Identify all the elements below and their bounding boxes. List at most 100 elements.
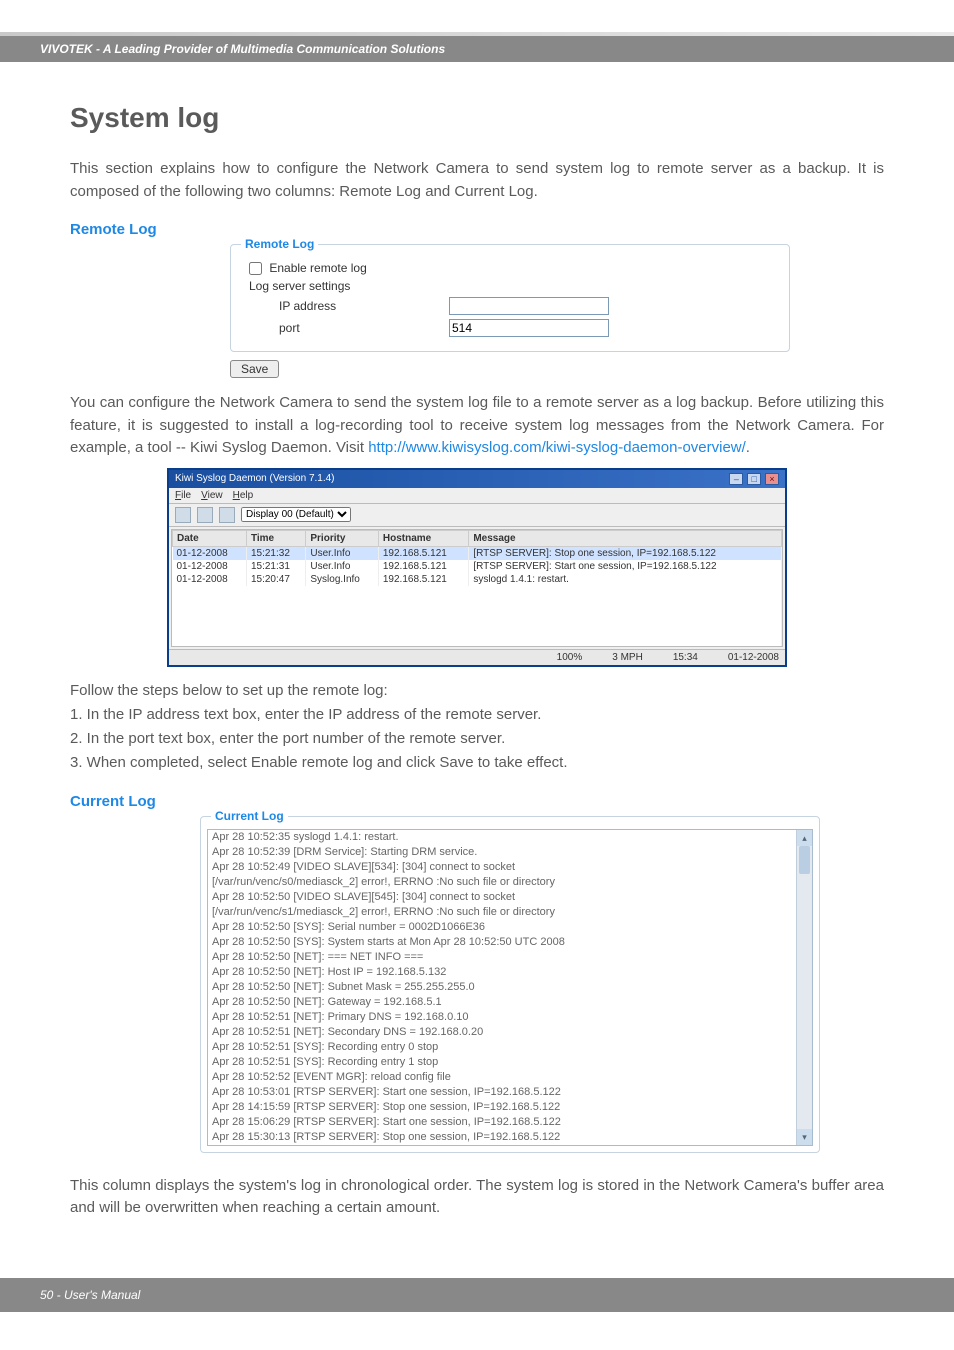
status-date: 01-12-2008 <box>728 652 779 663</box>
port-row: port <box>249 319 771 337</box>
cell-host: 192.168.5.121 <box>378 560 468 573</box>
log-server-settings-row: Log server settings <box>249 279 771 293</box>
toolbar-btn-3[interactable] <box>219 507 235 523</box>
remote-body: You can configure the Network Camera to … <box>70 392 884 460</box>
log-line: Apr 28 10:52:35 syslogd 1.4.1: restart. <box>208 830 796 845</box>
enable-remote-checkbox[interactable] <box>249 262 262 275</box>
page-title: System log <box>70 102 884 134</box>
log-line: Apr 28 15:06:29 [RTSP SERVER]: Start one… <box>208 1115 796 1130</box>
footer-bar: 50 - User's Manual <box>0 1278 954 1312</box>
cell-date: 01-12-2008 <box>173 560 247 573</box>
scroll-up-icon[interactable]: ▴ <box>797 830 812 846</box>
remote-log-legend: Remote Log <box>241 237 318 251</box>
brand-header: VIVOTEK - A Leading Provider of Multimed… <box>0 36 954 62</box>
menu-file[interactable]: File <box>175 490 191 501</box>
scroll-thumb[interactable] <box>799 846 810 874</box>
kiwi-window-controls: – □ × <box>728 473 779 485</box>
save-row: Save <box>230 360 884 378</box>
kiwi-row[interactable]: 01-12-2008 15:21:32 User.Info 192.168.5.… <box>173 546 782 560</box>
display-select[interactable]: Display 00 (Default) <box>241 507 351 522</box>
cell-date: 01-12-2008 <box>173 546 247 560</box>
log-line: Apr 28 10:52:50 [VIDEO SLAVE][545]: [304… <box>208 890 796 905</box>
enable-remote-row: Enable remote log <box>249 261 771 275</box>
step-1: 1. In the IP address text box, enter the… <box>70 703 884 727</box>
maximize-icon[interactable]: □ <box>747 473 761 485</box>
cell-priority: User.Info <box>306 560 379 573</box>
log-line: Apr 28 10:53:01 [RTSP SERVER]: Start one… <box>208 1085 796 1100</box>
col-priority[interactable]: Priority <box>306 530 379 546</box>
log-line: Apr 28 10:52:49 [VIDEO SLAVE][534]: [304… <box>208 860 796 875</box>
kiwi-toolbar: Display 00 (Default) <box>169 503 785 527</box>
log-line: Apr 28 10:52:39 [DRM Service]: Starting … <box>208 845 796 860</box>
kiwi-row[interactable]: 01-12-2008 15:21:31 User.Info 192.168.5.… <box>173 560 782 573</box>
col-time[interactable]: Time <box>246 530 305 546</box>
cell-priority: Syslog.Info <box>306 573 379 586</box>
cell-msg: [RTSP SERVER]: Start one session, IP=192… <box>469 560 782 573</box>
ip-input[interactable] <box>449 297 609 315</box>
footer-text: 50 - User's Manual <box>40 1288 140 1302</box>
cell-host: 192.168.5.121 <box>378 546 468 560</box>
log-line: Apr 28 10:52:52 [EVENT MGR]: reload conf… <box>208 1070 796 1085</box>
log-line: Apr 28 10:52:50 [NET]: === NET INFO === <box>208 950 796 965</box>
cell-priority: User.Info <box>306 546 379 560</box>
step-2: 2. In the port text box, enter the port … <box>70 727 884 751</box>
cell-host: 192.168.5.121 <box>378 573 468 586</box>
log-line: Apr 28 10:52:50 [SYS]: System starts at … <box>208 935 796 950</box>
port-input[interactable] <box>449 319 609 337</box>
kiwi-pad <box>173 586 782 646</box>
log-line: Apr 28 10:52:50 [NET]: Gateway = 192.168… <box>208 995 796 1010</box>
brand-text: VIVOTEK - A Leading Provider of Multimed… <box>40 42 445 56</box>
enable-remote-label: Enable remote log <box>269 261 366 275</box>
log-line: Apr 28 10:52:51 [NET]: Secondary DNS = 1… <box>208 1025 796 1040</box>
current-log-box: ▴ ▾ Apr 28 10:52:35 syslogd 1.4.1: resta… <box>207 829 813 1146</box>
cell-time: 15:21:32 <box>246 546 305 560</box>
remote-log-heading: Remote Log <box>70 221 884 238</box>
cell-msg: syslogd 1.4.1: restart. <box>469 573 782 586</box>
current-log-legend: Current Log <box>211 809 288 823</box>
log-line: [/var/run/venc/s1/mediasck_2] error!, ER… <box>208 905 796 920</box>
steps-lead: Follow the steps below to set up the rem… <box>70 679 884 703</box>
enable-remote-checkbox-wrap: Enable remote log <box>249 261 367 275</box>
remote-body-suffix: . <box>746 439 750 456</box>
log-line: Apr 28 10:52:50 [NET]: Subnet Mask = 255… <box>208 980 796 995</box>
cell-time: 15:20:47 <box>246 573 305 586</box>
kiwi-menu: File View Help <box>169 488 785 503</box>
log-line: [/var/run/venc/s0/mediasck_2] error!, ER… <box>208 875 796 890</box>
top-border <box>0 0 954 36</box>
status-time: 15:34 <box>673 652 698 663</box>
ip-label: IP address <box>249 299 449 313</box>
remote-log-panel: Remote Log Enable remote log Log server … <box>230 244 790 352</box>
kiwi-body: 01-12-2008 15:21:32 User.Info 192.168.5.… <box>173 546 782 646</box>
scroll-down-icon[interactable]: ▾ <box>797 1129 812 1145</box>
kiwi-link[interactable]: http://www.kiwisyslog.com/kiwi-syslog-da… <box>368 439 746 456</box>
intro-text: This section explains how to configure t… <box>70 158 884 203</box>
toolbar-btn-1[interactable] <box>175 507 191 523</box>
cell-date: 01-12-2008 <box>173 573 247 586</box>
ip-row: IP address <box>249 297 771 315</box>
kiwi-row[interactable]: 01-12-2008 15:20:47 Syslog.Info 192.168.… <box>173 573 782 586</box>
col-date[interactable]: Date <box>173 530 247 546</box>
log-line: Apr 28 15:30:13 [RTSP SERVER]: Stop one … <box>208 1130 796 1145</box>
menu-help[interactable]: Help <box>233 490 254 501</box>
log-line: Apr 28 14:15:59 [RTSP SERVER]: Stop one … <box>208 1100 796 1115</box>
kiwi-statusbar: 100% 3 MPH 15:34 01-12-2008 <box>169 649 785 665</box>
kiwi-header-row: Date Time Priority Hostname Message <box>173 530 782 546</box>
kiwi-window: Kiwi Syslog Daemon (Version 7.1.4) – □ ×… <box>167 468 787 667</box>
close-icon[interactable]: × <box>765 473 779 485</box>
step-3: 3. When completed, select Enable remote … <box>70 751 884 775</box>
minimize-icon[interactable]: – <box>729 473 743 485</box>
status-pct: 100% <box>557 652 583 663</box>
col-message[interactable]: Message <box>469 530 782 546</box>
log-line: Apr 28 10:52:51 [NET]: Primary DNS = 192… <box>208 1010 796 1025</box>
col-hostname[interactable]: Hostname <box>378 530 468 546</box>
current-log-panel: Current Log ▴ ▾ Apr 28 10:52:35 syslogd … <box>200 816 820 1153</box>
steps-block: Follow the steps below to set up the rem… <box>70 679 884 775</box>
save-button[interactable]: Save <box>230 360 279 378</box>
log-scrollbar[interactable]: ▴ ▾ <box>796 830 812 1145</box>
cell-msg: [RTSP SERVER]: Stop one session, IP=192.… <box>469 546 782 560</box>
log-line: Apr 28 10:52:51 [SYS]: Recording entry 1… <box>208 1055 796 1070</box>
menu-view[interactable]: View <box>201 490 223 501</box>
kiwi-titlebar: Kiwi Syslog Daemon (Version 7.1.4) – □ × <box>169 470 785 488</box>
page-content: System log This section explains how to … <box>0 62 954 1248</box>
toolbar-btn-2[interactable] <box>197 507 213 523</box>
